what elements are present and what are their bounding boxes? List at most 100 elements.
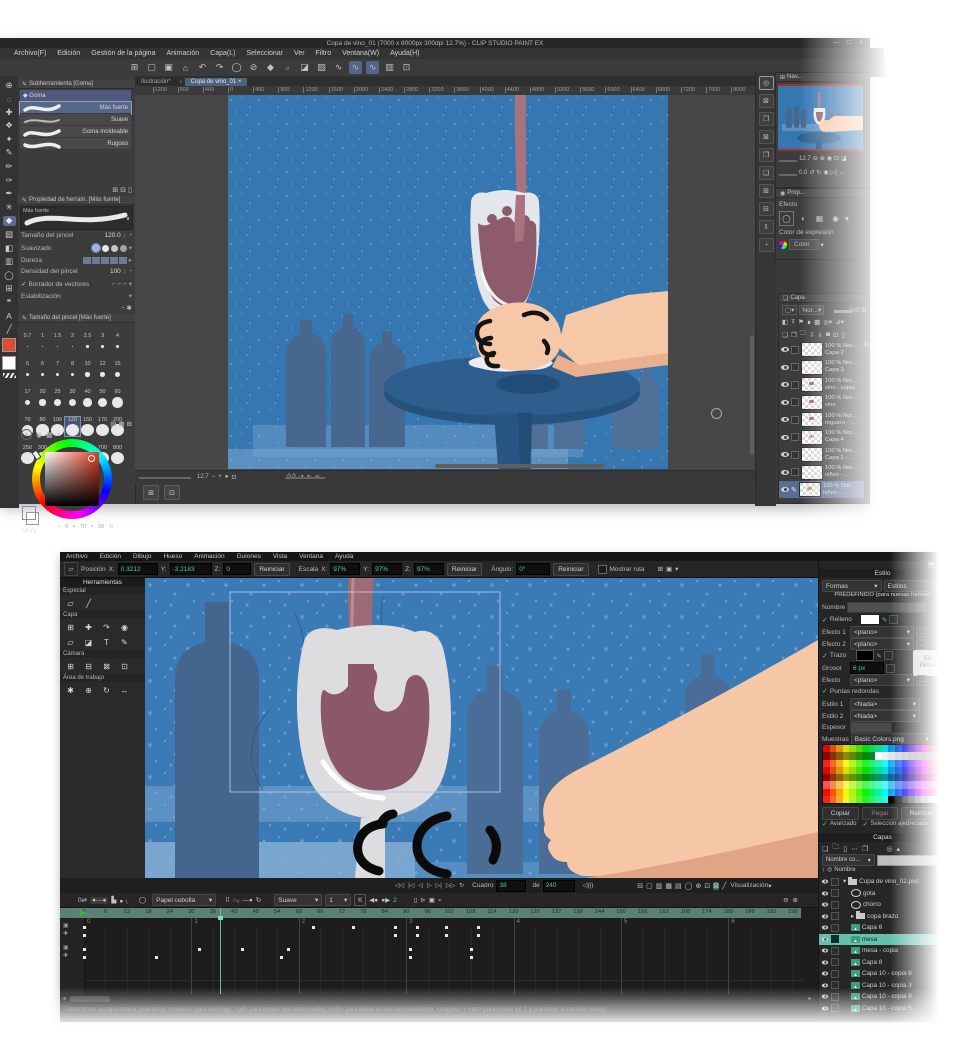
grid-toggle-icon[interactable]: ⊞	[658, 565, 663, 573]
prev-frame-icon[interactable]: ◁	[418, 882, 423, 889]
menu-item-hueso[interactable]: Hueso	[163, 553, 182, 560]
layer-name[interactable]: gota	[863, 890, 875, 897]
mask-icon[interactable]: ◎▾	[823, 318, 832, 326]
layer-thumbnail[interactable]	[801, 377, 823, 392]
layer-name[interactable]: vino - copia	[825, 385, 857, 392]
fill-tool-icon[interactable]: ◧	[3, 243, 16, 253]
nav-fit-icon[interactable]: ⊡	[834, 155, 839, 162]
size-cell-20[interactable]: 20	[35, 389, 50, 408]
combine-icon[interactable]: ⇓	[818, 331, 823, 339]
play-icon[interactable]: ▷	[427, 882, 432, 889]
formas-dropdown[interactable]: Formas▾	[822, 580, 882, 592]
property-value[interactable]: 100	[110, 268, 121, 275]
timeline-zoom-in-icon[interactable]: ⊕	[793, 896, 798, 904]
layer-name[interactable]: Capa 2	[825, 350, 857, 357]
layer-visibility-icon[interactable]	[822, 983, 828, 987]
stroke-effect-dropdown[interactable]: <plano>▾	[850, 674, 914, 686]
hardness-blocks[interactable]	[83, 257, 127, 264]
rotate-view-icon[interactable]: ◯	[685, 882, 693, 890]
border-effect-icon[interactable]: ◯	[779, 211, 794, 226]
layer-extra-box[interactable]	[831, 993, 839, 1001]
move-tool-icon[interactable]: ✚	[3, 107, 16, 117]
zoom-out-icon[interactable]: −	[212, 474, 216, 480]
prev-key-icon[interactable]: |◁	[408, 882, 414, 889]
layer-checkbox[interactable]	[791, 398, 799, 406]
layer-visibility-icon[interactable]	[781, 400, 789, 405]
layer-name[interactable]: Capa 3	[825, 367, 857, 374]
h-scrollbar[interactable]	[435, 464, 605, 468]
zoom-workspace-icon[interactable]: ⊕	[81, 684, 96, 696]
layer-visibility-icon[interactable]	[822, 949, 828, 953]
fill-check-icon[interactable]: ✓	[822, 616, 828, 624]
keyframe-dot[interactable]	[241, 948, 244, 951]
layer-row-mesa[interactable]: ▲mesa	[819, 934, 946, 945]
brush-effect-icon[interactable]: ◐	[797, 212, 810, 225]
angle-field[interactable]: 0°	[516, 563, 550, 575]
layer-name[interactable]: copa brazo	[867, 913, 898, 920]
keyframe-dot[interactable]	[394, 934, 397, 937]
swatch-cell[interactable]	[934, 796, 941, 803]
size-cell-60[interactable]: 60	[110, 389, 125, 408]
slide-keys-icon[interactable]: —●	[242, 897, 252, 904]
rotate-layer-tool-icon[interactable]: ↷	[99, 621, 114, 633]
nav-mirror-icon[interactable]: ↔	[839, 170, 845, 176]
layer-checkbox[interactable]	[791, 451, 799, 459]
new-doc-icon[interactable]: ▢	[145, 61, 158, 74]
select-layer-tool-icon[interactable]: ⊞	[63, 621, 78, 633]
menu-item-seleccionar[interactable]: Seleccionar	[246, 50, 283, 57]
layer-visibility-icon[interactable]	[822, 914, 828, 918]
menu-item-vista[interactable]: Vista	[273, 553, 287, 560]
size-cell-15[interactable]: 15	[110, 361, 125, 380]
timeline-zoom-out-icon[interactable]: ⊖	[783, 896, 788, 904]
refresh-icon[interactable]: ↻	[861, 306, 866, 314]
keyframe-dot[interactable]	[287, 948, 290, 951]
keyframe-dot[interactable]	[416, 934, 419, 937]
layer-row-ni-es-[interactable]: ✎100 % Nor...niñes - ...	[779, 481, 869, 498]
layer-row-Copa-de-vino-02-psd[interactable]: ▾Copa de vino_02.psd	[819, 876, 946, 887]
decoration-tool-icon[interactable]: ✳	[3, 202, 16, 212]
pen-tool-icon[interactable]: ✎	[3, 148, 16, 158]
new-layer-icon[interactable]: ❏	[782, 331, 788, 339]
layer-name[interactable]: Capa 2 - ...	[825, 455, 857, 462]
layer-name[interactable]: vino	[825, 402, 857, 409]
layer-row-Capa-2-[interactable]: 100 % Nor...Capa 2 - ...	[779, 446, 869, 463]
show-path-checkbox[interactable]	[598, 565, 607, 574]
size-cell-40[interactable]: 40	[80, 389, 95, 408]
tile-icon[interactable]: ⊞	[127, 420, 132, 428]
playhead-handle[interactable]	[218, 916, 223, 920]
two-view-icon[interactable]: ▢	[646, 882, 653, 890]
layer-row-Capa-3[interactable]: 100 % Nor...Capa 3	[779, 359, 869, 376]
swatch-cell[interactable]	[934, 760, 941, 767]
position-x-field[interactable]: 0.3212	[118, 563, 158, 575]
effect2-dropdown[interactable]: <plano>▾	[850, 638, 914, 650]
layer-name[interactable]: Copa de vino_02.psd	[859, 878, 919, 885]
jump-start-icon[interactable]: ◁◁	[395, 882, 404, 889]
subtool-group-goma[interactable]: ◆ Goma	[20, 90, 131, 102]
curve-tool-icon[interactable]: ╱	[81, 597, 96, 609]
draw-behind-icon[interactable]: ╱	[722, 882, 726, 890]
key-stack-icon[interactable]: ▙	[111, 896, 116, 904]
timeline-toggle-button[interactable]: ⊞	[143, 485, 159, 500]
apply-icon[interactable]: ⊡	[833, 331, 838, 339]
style-name-input[interactable]	[847, 602, 927, 613]
swatch-cell[interactable]	[934, 789, 941, 796]
tone-effect-icon[interactable]: ▦	[813, 212, 826, 225]
menu-item-animaci-n[interactable]: Animación	[194, 553, 224, 560]
keyframe-dot[interactable]	[83, 948, 86, 951]
snap-special-icon[interactable]: ∿	[349, 61, 362, 74]
layer-visibility-icon[interactable]	[822, 880, 828, 884]
lock-alpha-icon[interactable]: ▩	[814, 318, 820, 326]
target-tool-icon[interactable]: ◉	[117, 621, 132, 633]
text-tool-icon[interactable]: T	[99, 636, 114, 648]
layer-visibility-icon[interactable]	[781, 382, 789, 387]
layer-name[interactable]: mesa - copia	[862, 947, 898, 954]
layer-checkbox[interactable]	[791, 363, 799, 371]
keyframe-dot[interactable]	[409, 956, 412, 959]
effect1-dropdown[interactable]: <plano>▾	[850, 626, 914, 638]
rotate-workspace-icon[interactable]: ↻	[99, 684, 114, 696]
layer-name[interactable]: mesa	[862, 936, 877, 943]
reset-view-icon[interactable]: ⊕	[696, 882, 702, 890]
playhead-line[interactable]	[220, 908, 221, 994]
relative-keys-icon[interactable]: 0⇄	[78, 896, 87, 904]
pencil-tool-icon[interactable]: ✏	[3, 162, 16, 172]
